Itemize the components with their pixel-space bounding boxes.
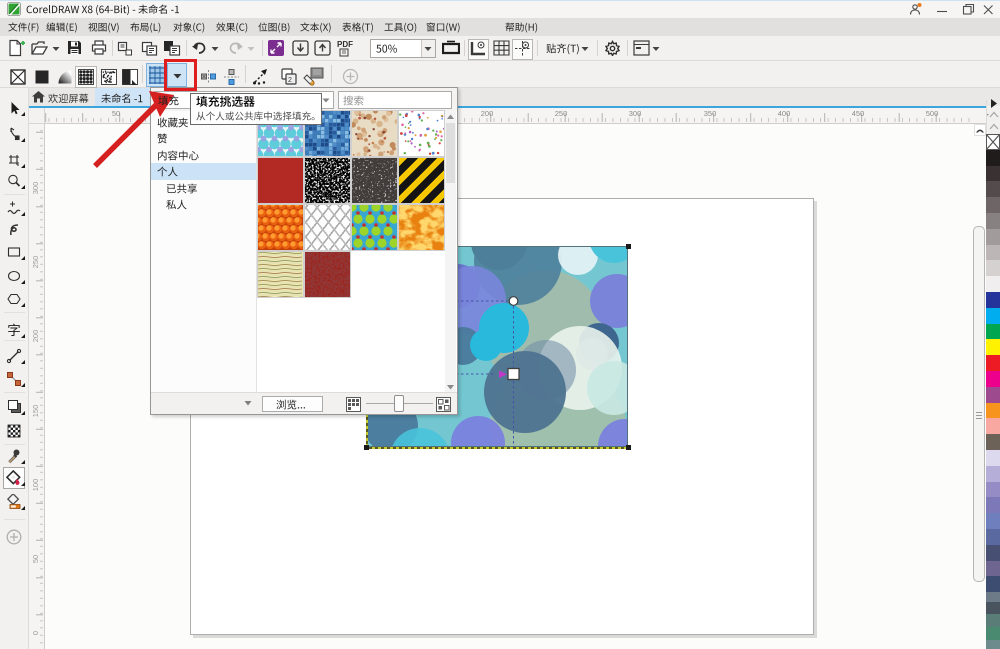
- svg-text:2: 2: [288, 77, 292, 84]
- svg-text:PDF: PDF: [337, 40, 353, 49]
